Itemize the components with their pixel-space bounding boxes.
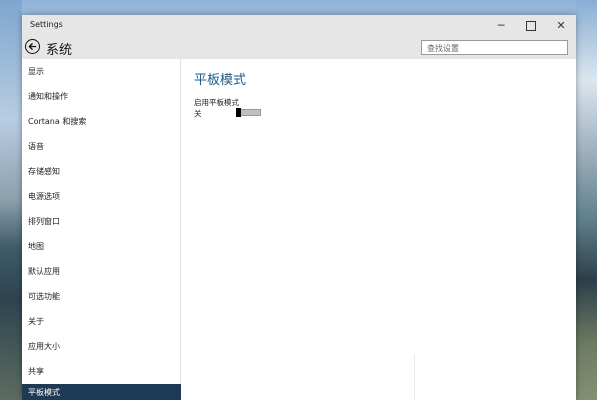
settings-window: Settings ─ ✕ 系统 查找设置 显示 通知和操作 Cortana 和搜… [22, 15, 576, 400]
sidebar-item-storage[interactable]: 存储感知 [22, 159, 181, 184]
close-icon: ✕ [556, 19, 566, 32]
sidebar-item-optional-features[interactable]: 可选功能 [22, 284, 181, 309]
sidebar-nav: 显示 通知和操作 Cortana 和搜索 语音 存储感知 电源选项 排列窗口 地… [22, 59, 181, 400]
sidebar-item-notifications[interactable]: 通知和操作 [22, 84, 181, 109]
desktop-background-right [576, 0, 597, 400]
close-button[interactable]: ✕ [546, 15, 576, 36]
sidebar-item-multitasking[interactable]: 排列窗口 [22, 209, 181, 234]
sidebar-item-app-sizes[interactable]: 应用大小 [22, 334, 181, 359]
minimize-icon: ─ [497, 19, 505, 32]
window-title: Settings [30, 20, 63, 29]
maximize-button[interactable] [516, 15, 546, 36]
page-header-title: 系统 [46, 43, 73, 58]
sidebar-item-maps[interactable]: 地图 [22, 234, 181, 259]
title-bar[interactable]: Settings ─ ✕ [22, 15, 576, 36]
settings-header: 系统 查找设置 [22, 36, 576, 59]
search-input[interactable]: 查找设置 [421, 40, 568, 55]
minimize-button[interactable]: ─ [486, 15, 516, 36]
maximize-icon [526, 20, 536, 31]
tablet-mode-toggle[interactable] [236, 108, 261, 117]
back-arrow-icon [28, 42, 37, 51]
sidebar-item-default-apps[interactable]: 默认应用 [22, 259, 181, 284]
content-pane: 平板模式 启用平板模式 关 [181, 59, 576, 400]
sidebar-item-display[interactable]: 显示 [22, 59, 181, 84]
content-title: 平板模式 [194, 73, 247, 88]
toggle-thumb[interactable] [236, 108, 241, 117]
sidebar-item-cortana-search[interactable]: Cortana 和搜索 [22, 109, 181, 134]
toggle-state-text: 关 [194, 109, 202, 118]
sidebar-item-speech[interactable]: 语音 [22, 134, 181, 159]
sidebar-item-tablet-mode[interactable]: 平板模式 [22, 384, 181, 400]
tablet-mode-setting-label: 启用平板模式 [194, 98, 239, 107]
desktop-background-left [0, 0, 22, 400]
sidebar-item-share[interactable]: 共享 [22, 359, 181, 384]
back-button[interactable] [25, 39, 40, 54]
sidebar-item-about[interactable]: 关于 [22, 309, 181, 334]
divider [414, 354, 415, 400]
sidebar-item-power[interactable]: 电源选项 [22, 184, 181, 209]
